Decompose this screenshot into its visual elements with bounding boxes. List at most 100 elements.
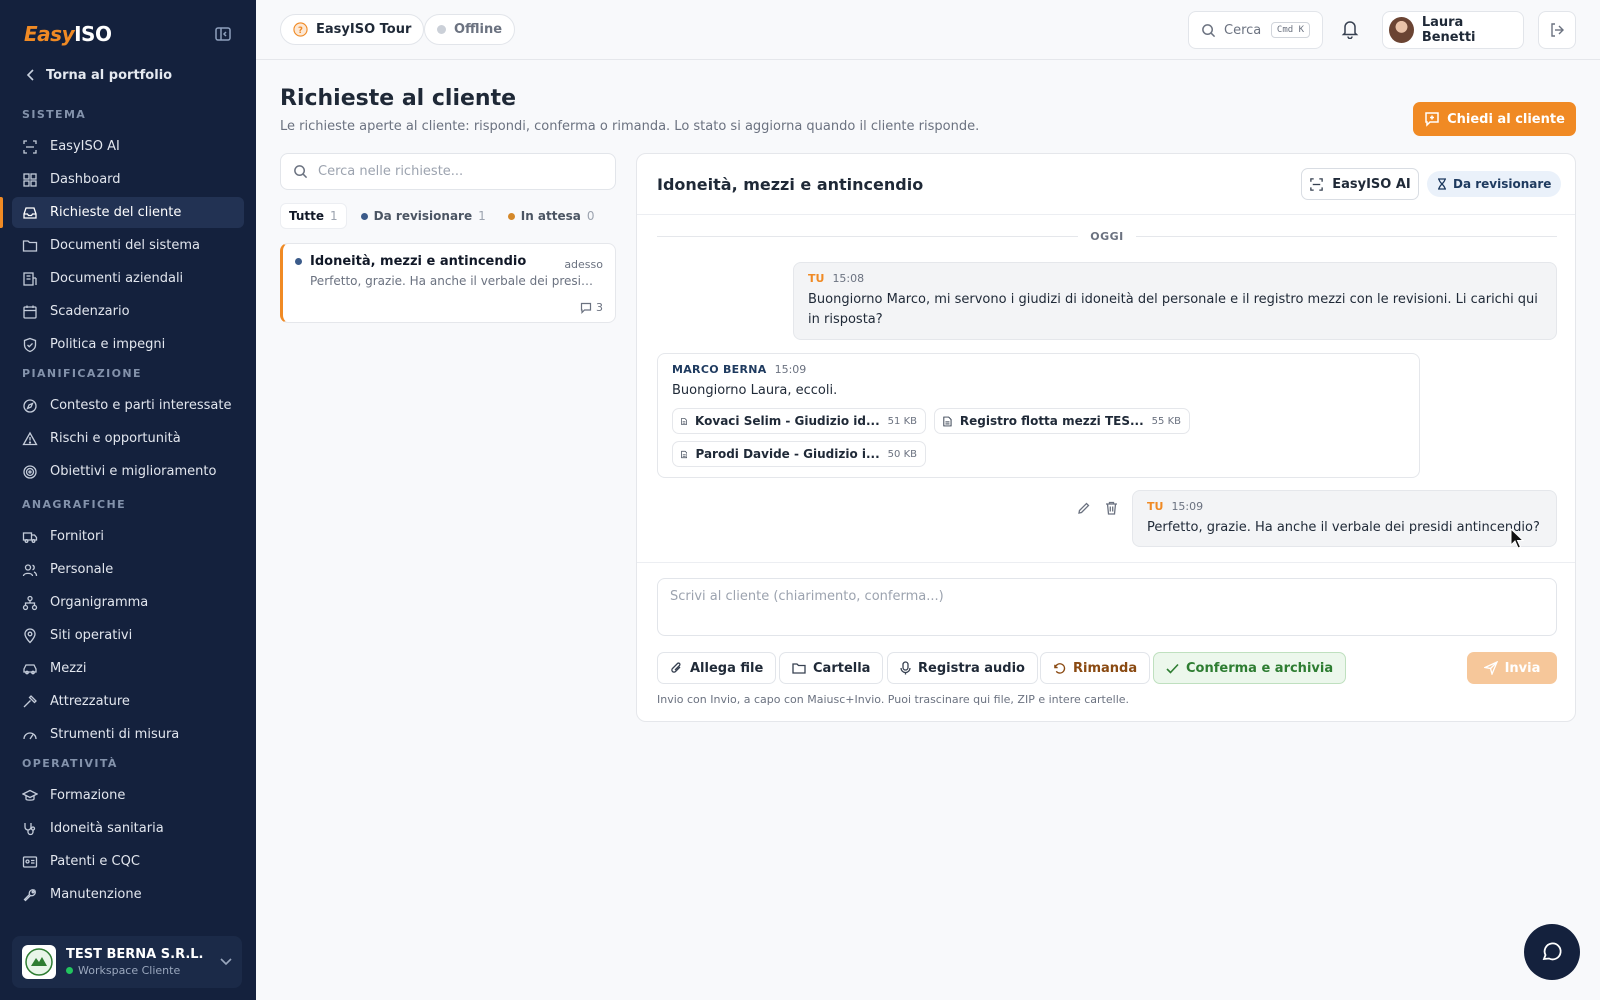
filter-all[interactable]: Tutte 1 bbox=[280, 203, 347, 229]
sidebar-item[interactable]: Siti operativi bbox=[12, 620, 244, 651]
stethoscope-icon bbox=[24, 822, 36, 835]
active-indicator bbox=[0, 197, 3, 228]
sidebar-collapse-icon[interactable] bbox=[214, 25, 232, 43]
microphone-icon bbox=[900, 661, 911, 675]
offline-dot-icon bbox=[437, 25, 446, 34]
sidebar-item[interactable]: Patenti e CQC bbox=[12, 846, 244, 877]
day-separator: OGGI bbox=[657, 229, 1558, 243]
sidebar-item-label: Rischi e opportunità bbox=[50, 431, 181, 446]
logo-row: EasyISO bbox=[0, 0, 256, 68]
offline-status[interactable]: Offline bbox=[424, 14, 516, 45]
ask-client-label: Chiedi al cliente bbox=[1447, 111, 1565, 127]
workspace-name: TEST BERNA S.R.L. bbox=[66, 947, 204, 962]
online-dot-icon bbox=[66, 967, 73, 974]
edit-icon[interactable] bbox=[1077, 501, 1091, 515]
confirm-archive-button[interactable]: Conferma e archivia bbox=[1153, 652, 1347, 684]
compass-icon bbox=[23, 398, 37, 413]
gauge-icon bbox=[23, 731, 37, 739]
sidebar-item[interactable]: Manutenzione bbox=[12, 879, 244, 910]
sidebar-section-title: ANAGRAFICHE bbox=[22, 498, 127, 511]
org-chart-icon bbox=[22, 595, 38, 610]
app-logo[interactable]: EasyISO bbox=[24, 22, 112, 46]
trash-icon[interactable] bbox=[1105, 501, 1118, 515]
sidebar-item[interactable]: Rischi e opportunità bbox=[12, 423, 244, 454]
sidebar-item[interactable]: Obiettivi e miglioramento bbox=[12, 456, 244, 487]
status-dot-icon bbox=[295, 258, 302, 265]
sidebar: EasyISO Torna al portfolio SISTEMA EasyIS… bbox=[0, 0, 256, 1000]
easyiso-ai-button[interactable]: EasyISO AI bbox=[1301, 168, 1419, 200]
search-icon bbox=[1202, 23, 1216, 37]
sidebar-item[interactable]: EasyISO AI bbox=[12, 131, 244, 162]
tour-button[interactable]: ? EasyISO Tour bbox=[280, 14, 425, 45]
sidebar-item-label: Obiettivi e miglioramento bbox=[50, 464, 217, 479]
message-actions bbox=[1077, 501, 1118, 515]
back-to-portfolio-link[interactable]: Torna al portfolio bbox=[0, 68, 256, 83]
sidebar-item[interactable]: Fornitori bbox=[12, 521, 244, 552]
attach-file-button[interactable]: Allega file bbox=[657, 652, 777, 684]
attachment-chip[interactable]: Kovaci Selim - Giudizio id... 51 KB bbox=[672, 408, 926, 434]
record-audio-button[interactable]: Registra audio bbox=[887, 652, 1038, 684]
defer-button[interactable]: Rimanda bbox=[1040, 652, 1151, 684]
bell-icon[interactable] bbox=[1341, 19, 1359, 39]
car-icon bbox=[23, 663, 37, 674]
requests-search-placeholder: Cerca nelle richieste... bbox=[318, 164, 464, 179]
folder-button[interactable]: Cartella bbox=[779, 652, 884, 684]
check-icon bbox=[1166, 663, 1179, 674]
sidebar-item-label: Siti operativi bbox=[50, 628, 133, 643]
status-dot-icon bbox=[360, 212, 368, 220]
logout-button[interactable] bbox=[1538, 11, 1576, 49]
request-list-item[interactable]: Idoneità, mezzi e antincendio adesso Per… bbox=[280, 243, 616, 323]
message-text: Buongiorno Laura, eccoli. bbox=[672, 383, 838, 398]
sidebar-item[interactable]: Contesto e parti interessate bbox=[12, 390, 244, 421]
filter-waiting[interactable]: In attesa 0 bbox=[500, 204, 603, 228]
sidebar-item-label: Contesto e parti interessate bbox=[50, 398, 232, 413]
sidebar-item[interactable]: Formazione bbox=[12, 780, 244, 811]
logout-icon bbox=[1551, 23, 1564, 37]
request-title: Idoneità, mezzi e antincendio bbox=[295, 254, 603, 269]
hourglass-icon bbox=[1438, 178, 1446, 190]
sidebar-item[interactable]: Politica e impegni bbox=[12, 329, 244, 360]
mouse-cursor-icon bbox=[1510, 528, 1525, 549]
support-chat-button[interactable] bbox=[1524, 924, 1580, 980]
sidebar-item[interactable]: Idoneità sanitaria bbox=[12, 813, 244, 844]
attachment-chip[interactable]: Parodi Davide - Giudizio i... 50 KB bbox=[672, 441, 926, 467]
sidebar-item-label: Mezzi bbox=[50, 661, 87, 676]
sidebar-item[interactable]: Attrezzature bbox=[12, 686, 244, 717]
requests-search-input[interactable]: Cerca nelle richieste... bbox=[280, 153, 616, 190]
sidebar-item[interactable]: Mezzi bbox=[12, 653, 244, 684]
divider bbox=[637, 562, 1575, 563]
sidebar-item-label: Patenti e CQC bbox=[50, 854, 140, 869]
sidebar-item[interactable]: Personale bbox=[12, 554, 244, 585]
page-subtitle: Le richieste aperte al cliente: rispondi… bbox=[280, 119, 980, 134]
sidebar-item[interactable]: Scadenzario bbox=[12, 296, 244, 327]
attachment-chip[interactable]: Registro flotta mezzi TES... 55 KB bbox=[934, 408, 1190, 434]
sidebar-item[interactable]: Documenti aziendali bbox=[12, 263, 244, 294]
compose-placeholder: Scrivi al cliente (chiarimento, conferma… bbox=[670, 589, 944, 604]
status-dot-icon bbox=[507, 212, 515, 220]
message-outgoing: TU 15:08 Buongiorno Marco, mi servono i g… bbox=[793, 262, 1557, 340]
scan-icon bbox=[23, 139, 37, 154]
warning-icon bbox=[22, 431, 38, 445]
compose-textarea[interactable]: Scrivi al cliente (chiarimento, conferma… bbox=[657, 578, 1557, 636]
sidebar-section-title: PIANIFICAZIONE bbox=[22, 367, 142, 380]
send-button[interactable]: Invia bbox=[1467, 652, 1557, 684]
workspace-switcher[interactable]: TEST BERNA S.R.L. Workspace Cliente bbox=[12, 936, 242, 988]
sidebar-item[interactable]: Organigramma bbox=[12, 587, 244, 618]
filter-to-review[interactable]: Da revisionare 1 bbox=[353, 204, 494, 228]
sidebar-section-title: SISTEMA bbox=[22, 108, 87, 121]
paperclip-icon bbox=[671, 662, 681, 673]
message-text: Perfetto, grazie. Ha anche il verbale de… bbox=[1147, 520, 1540, 535]
target-icon bbox=[23, 464, 37, 479]
compose-hint: Invio con Invio, a capo con Maiusc+Invio… bbox=[657, 693, 1130, 706]
sidebar-item[interactable]: Documenti del sistema bbox=[12, 230, 244, 261]
sidebar-item[interactable]: Richieste del cliente bbox=[12, 197, 244, 228]
ask-client-button[interactable]: Chiedi al cliente bbox=[1413, 102, 1576, 136]
user-menu[interactable]: Laura Benetti bbox=[1382, 11, 1524, 49]
sidebar-item[interactable]: Dashboard bbox=[12, 164, 244, 195]
filter-more[interactable] bbox=[609, 208, 616, 225]
sidebar-item[interactable]: Strumenti di misura bbox=[12, 719, 244, 750]
sidebar-item-label: Fornitori bbox=[50, 529, 104, 544]
shield-icon bbox=[23, 337, 37, 352]
global-search[interactable]: Cerca Cmd K bbox=[1188, 11, 1323, 49]
sidebar-item-label: Organigramma bbox=[50, 595, 149, 610]
